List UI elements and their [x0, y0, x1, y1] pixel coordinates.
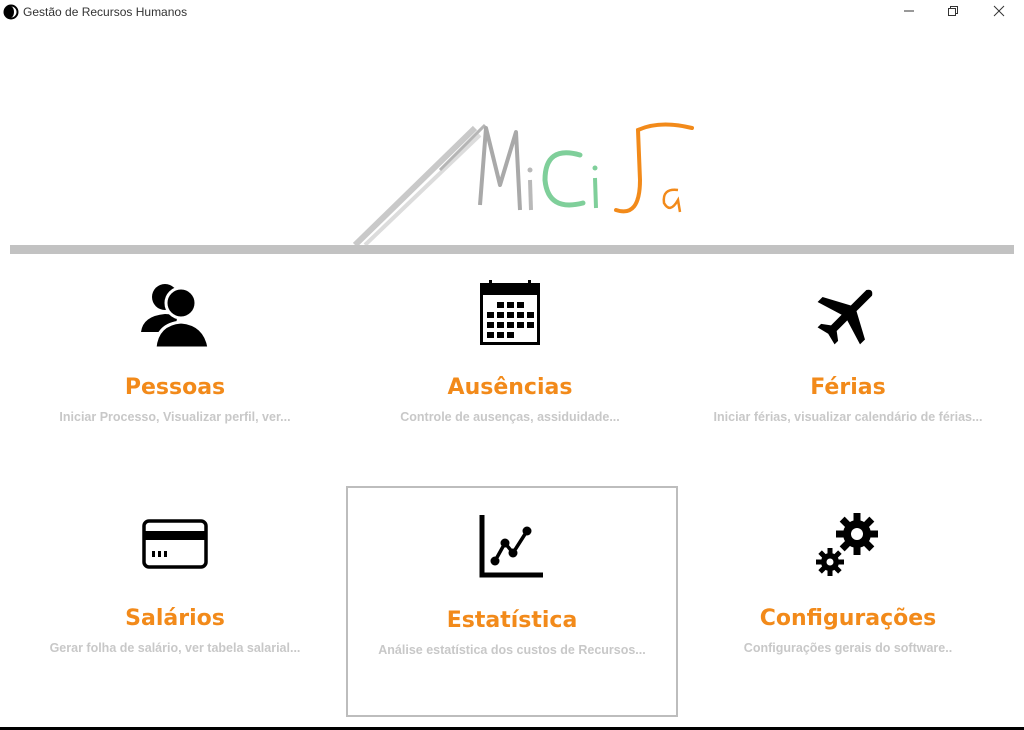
people-icon	[141, 284, 211, 350]
tile-title: Salários	[125, 606, 225, 631]
tile-pessoas[interactable]: Pessoas Iniciar Processo, Visualizar per…	[10, 260, 340, 488]
tile-title: Ausências	[447, 375, 573, 400]
header-divider	[10, 245, 1014, 254]
tile-title: Pessoas	[124, 375, 226, 400]
gears-icon	[816, 513, 878, 576]
airplane-icon	[817, 289, 873, 345]
tile-ausencias[interactable]: Ausências Controle de ausenças, assiduid…	[345, 260, 675, 488]
app-icon	[3, 4, 19, 20]
minimize-icon	[904, 10, 914, 12]
line-chart-icon	[479, 515, 543, 578]
credit-card-icon	[142, 519, 208, 569]
tile-description: Controle de ausenças, assiduidade...	[400, 410, 620, 424]
minimize-button[interactable]	[886, 0, 932, 22]
close-button[interactable]	[976, 0, 1022, 22]
tile-estatistica[interactable]: Estatística Análise estatística dos cust…	[346, 486, 678, 717]
restore-icon	[948, 6, 958, 16]
title-bar: Gestão de Recursos Humanos	[0, 0, 1024, 24]
tile-salarios[interactable]: Salários Gerar folha de salário, ver tab…	[10, 490, 340, 718]
window-title: Gestão de Recursos Humanos	[23, 5, 188, 19]
close-icon	[993, 5, 1005, 17]
tile-title: Estatística	[446, 608, 578, 633]
tile-description: Iniciar férias, visualizar calendário de…	[713, 410, 983, 424]
tile-ferias[interactable]: Férias Iniciar férias, visualizar calend…	[683, 260, 1013, 488]
tile-description: Iniciar Processo, Visualizar perfil, ver…	[59, 410, 291, 424]
tile-description: Gerar folha de salário, ver tabela salar…	[49, 641, 301, 655]
restore-button[interactable]	[930, 0, 976, 22]
tile-configuracoes[interactable]: Configurações Configurações gerais do so…	[683, 490, 1013, 718]
tile-title: Férias	[810, 375, 886, 400]
calendar-icon	[480, 280, 540, 345]
tile-description: Análise estatística dos custos de Recurs…	[378, 643, 646, 657]
tile-title: Configurações	[759, 606, 937, 631]
tile-description: Configurações gerais do software..	[743, 641, 953, 655]
micisa-logo	[340, 110, 700, 250]
